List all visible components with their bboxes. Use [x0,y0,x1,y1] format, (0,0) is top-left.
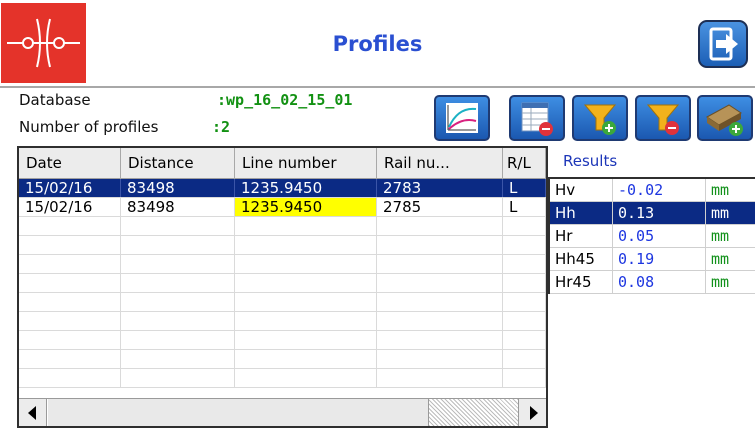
arrow-right-icon [530,406,538,420]
column-header-rail-number[interactable]: Rail nu... [377,148,503,179]
empty-row [19,312,546,331]
result-row[interactable]: Hr45 0.08 mm [550,271,755,294]
result-name: Hr [550,225,613,247]
page-title: Profiles [332,32,423,56]
scroll-right-button[interactable] [518,399,546,426]
empty-row [19,255,546,274]
result-value: 0.13 [613,202,706,224]
scrollbar-thumb[interactable] [48,399,429,426]
empty-row [19,236,546,255]
cell-distance: 83498 [121,198,235,216]
cell-rail-number: 2785 [377,198,503,216]
empty-row [19,369,546,388]
column-header-rl[interactable]: R/L [503,148,546,179]
chart-icon [446,103,478,133]
result-unit: mm [711,250,730,268]
result-name: Hr45 [550,271,613,293]
cell-distance: 83498 [121,179,235,197]
filter-add-button[interactable] [572,95,628,141]
scroll-left-button[interactable] [19,399,47,426]
empty-row [19,350,546,369]
filter-remove-button[interactable] [635,95,691,141]
delete-table-button[interactable] [509,95,565,141]
result-value: 0.05 [613,225,706,247]
result-unit: mm [711,181,730,199]
results-panel: Results Hv -0.02 mm Hh 0.13 mm Hr 0.05 m… [548,146,755,303]
exit-icon [709,27,738,61]
result-unit: mm [711,227,730,245]
profiles-count-value: :2 [212,118,231,136]
cell-rl: L [503,198,546,216]
column-header-distance[interactable]: Distance [121,148,235,179]
chart-button[interactable] [434,95,490,141]
result-value: -0.02 [613,179,706,201]
results-title: Results [563,152,618,170]
result-name: Hv [550,179,613,201]
horizontal-scrollbar[interactable] [19,398,546,426]
filter-remove-icon [646,104,680,135]
empty-row [19,293,546,312]
result-row[interactable]: Hh45 0.19 mm [550,248,755,271]
cell-line-number: 1235.9450 [235,179,377,197]
profiles-count-label: Number of profiles [19,118,159,136]
profiles-table: Date Distance Line number Rail nu... R/L… [17,146,548,428]
result-row[interactable]: Hr 0.05 mm [550,225,755,248]
empty-row [19,274,546,293]
empty-row [19,217,546,236]
scrollbar-track[interactable] [429,399,518,426]
header-bar: Profiles [0,0,755,88]
rail-add-icon [706,104,743,136]
result-unit: mm [711,204,730,222]
result-name: Hh45 [550,248,613,270]
result-value: 0.08 [613,271,706,293]
cell-date: 15/02/16 [19,198,121,216]
result-row[interactable]: Hv -0.02 mm [550,179,755,202]
table-row[interactable]: 15/02/16 83498 1235.9450 2783 L [19,179,546,198]
database-value: :wp_16_02_15_01 [217,91,353,109]
delete-table-icon [521,102,553,136]
result-unit: mm [711,273,730,291]
database-label: Database [19,91,91,109]
cell-date: 15/02/16 [19,179,121,197]
table-header: Date Distance Line number Rail nu... R/L [19,148,546,179]
filter-add-icon [583,104,617,135]
cell-rl: L [503,179,546,197]
table-row[interactable]: 15/02/16 83498 1235.9450 2785 L [19,198,546,217]
exit-button[interactable] [698,20,748,68]
table-body: 15/02/16 83498 1235.9450 2783 L 15/02/16… [19,179,546,388]
arrow-left-icon [28,406,36,420]
result-row[interactable]: Hh 0.13 mm [550,202,755,225]
empty-row [19,331,546,350]
cell-line-number: 1235.9450 [235,198,377,216]
result-name: Hh [550,202,613,224]
cell-rail-number: 2783 [377,179,503,197]
results-table: Hv -0.02 mm Hh 0.13 mm Hr 0.05 mm Hh45 0… [548,177,755,294]
result-value: 0.19 [613,248,706,270]
column-header-date[interactable]: Date [19,148,121,179]
rail-add-button[interactable] [697,95,753,141]
column-header-line-number[interactable]: Line number [235,148,377,179]
